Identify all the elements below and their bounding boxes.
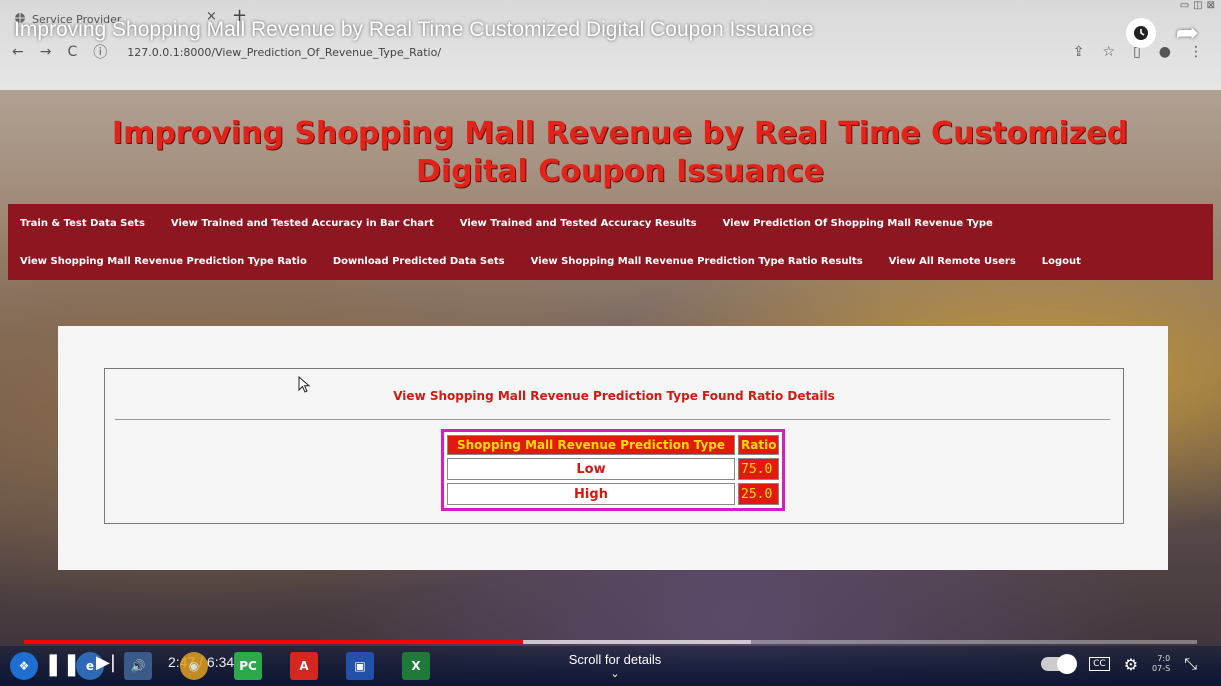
divider [115,419,1110,420]
acrobat-icon[interactable]: A [290,652,318,680]
restore-icon[interactable]: ◫ [1193,0,1202,11]
url-bar[interactable]: 127.0.0.1:8000/View_Prediction_Of_Revenu… [127,46,441,59]
chrome-icon[interactable]: ◉ [180,652,208,680]
window-controls: ▭ ◫ ⊠ [1180,0,1215,11]
share-page-icon[interactable]: ⇪ [1073,44,1085,60]
captions-icon[interactable]: CC [1089,657,1110,671]
type-cell: Low [447,458,735,480]
site-heading: Improving Shopping Mall Revenue by Real … [111,116,1129,189]
nav-link-accuracy-results[interactable]: View Trained and Tested Accuracy Results [460,218,697,229]
clock-date: 07-S [1152,664,1171,673]
nav-row-1: Train & Test Data Sets View Trained and … [20,204,1201,242]
mouse-cursor-icon [298,376,311,393]
reload-icon[interactable]: C [67,44,77,60]
ratio-cell: 25.0 [738,483,780,505]
remote-desktop-icon[interactable]: ▣ [346,652,374,680]
scroll-hint[interactable]: Scroll for details ⌄ [540,652,690,680]
fullscreen-exit-icon[interactable]: ⤡ [1184,654,1197,674]
star-icon[interactable]: ☆ [1103,44,1116,60]
system-clock: 7:0 07-S [1152,654,1170,674]
gear-icon[interactable]: ⚙ [1124,655,1138,674]
close-window-icon[interactable]: ⊠ [1207,0,1215,11]
nav-link-remote-users[interactable]: View All Remote Users [889,256,1016,267]
duration: 6:34 [206,654,235,670]
table-header-row: Shopping Mall Revenue Prediction Type Ra… [447,435,780,455]
pycharm-icon[interactable]: PC [234,652,262,680]
played-bar [24,640,523,644]
nav-link-ratio-results[interactable]: View Shopping Mall Revenue Prediction Ty… [531,256,863,267]
nav-link-logout[interactable]: Logout [1042,256,1081,267]
browser-nav: ← → C ⓘ 127.0.0.1:8000/View_Prediction_O… [12,42,441,62]
browser-chrome: Service Provider × + ← → C ⓘ 127.0.0.1:8… [0,0,1221,90]
nav-link-prediction-type[interactable]: View Prediction Of Shopping Mall Revenue… [723,218,993,229]
column-header-type: Shopping Mall Revenue Prediction Type [447,435,735,455]
ratio-details-heading: View Shopping Mall Revenue Prediction Ty… [393,389,835,403]
nav-link-train-test[interactable]: Train & Test Data Sets [20,218,145,229]
ratio-table: Shopping Mall Revenue Prediction Type Ra… [441,429,786,511]
share-icon[interactable]: ➦ [1176,18,1199,48]
site-nav: Train & Test Data Sets View Trained and … [8,204,1213,280]
nav-link-accuracy-bar-chart[interactable]: View Trained and Tested Accuracy in Bar … [171,218,434,229]
autoplay-toggle[interactable] [1041,654,1078,674]
excel-icon[interactable]: X [402,652,430,680]
nav-link-download[interactable]: Download Predicted Data Sets [333,256,505,267]
content-panel: View Shopping Mall Revenue Prediction Ty… [58,326,1168,570]
video-top-actions: ➦ [1125,18,1199,48]
start-orb-icon[interactable]: ❖ [10,652,38,680]
clock-time: 7:0 [1157,654,1171,663]
volume-icon[interactable]: 🔊 [124,652,152,680]
nav-link-type-ratio[interactable]: View Shopping Mall Revenue Prediction Ty… [20,256,307,267]
next-icon[interactable]: ▶| [96,652,116,673]
video-title[interactable]: Improving Shopping Mall Revenue by Real … [14,18,814,42]
ratio-details-box: View Shopping Mall Revenue Prediction Ty… [104,368,1124,524]
arrow-right-icon[interactable]: → [40,44,52,60]
nav-row-2: View Shopping Mall Revenue Prediction Ty… [20,242,1201,280]
table-row: High 25.0 [447,483,780,505]
progress-bar[interactable] [24,640,1197,644]
player-right-controls: CC ⚙ 7:0 07-S ⤡ [1041,654,1197,674]
scroll-hint-label: Scroll for details [568,652,662,667]
arrow-left-icon[interactable]: ← [12,44,24,60]
table-row: Low 75.0 [447,458,780,480]
info-icon: ⓘ [93,45,108,61]
column-header-ratio: Ratio [738,435,780,455]
type-cell: High [447,483,735,505]
clock-icon[interactable] [1125,18,1156,48]
ratio-cell: 75.0 [738,458,780,480]
minimize-icon[interactable]: ▭ [1180,0,1189,11]
chevron-down-icon: ⌄ [610,668,620,680]
